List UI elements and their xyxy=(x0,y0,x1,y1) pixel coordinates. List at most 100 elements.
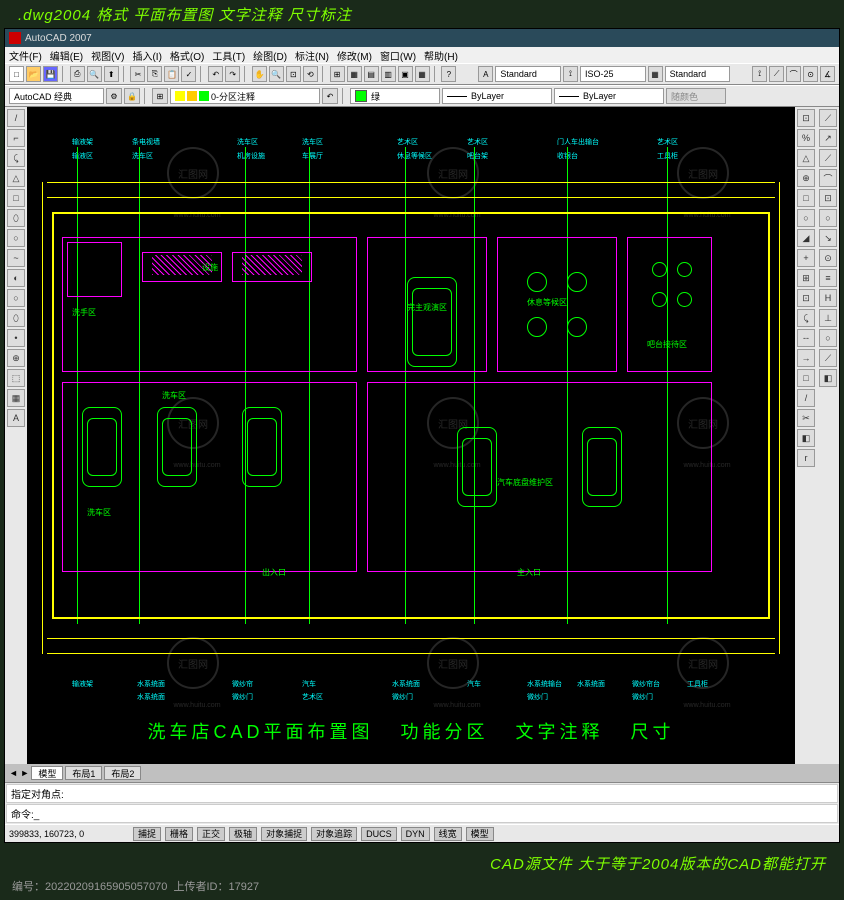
pan-button[interactable]: ✋ xyxy=(252,66,267,82)
construction-line-tool[interactable]: ⌐ xyxy=(7,129,25,147)
stretch-tool[interactable]: ⊞ xyxy=(797,269,815,287)
copy-button[interactable]: ⎘ xyxy=(147,66,162,82)
menu-tools[interactable]: 工具(T) xyxy=(212,48,245,63)
dyn-toggle[interactable]: DYN xyxy=(401,827,430,841)
zoom-button[interactable]: 🔍 xyxy=(269,66,284,82)
save-button[interactable]: 💾 xyxy=(43,66,58,82)
command-input[interactable]: 命令:_ xyxy=(6,804,838,823)
menu-window[interactable]: 窗口(W) xyxy=(380,48,416,63)
explode-tool[interactable]: ✂ xyxy=(797,409,815,427)
ellipse-arc-tool[interactable]: ○ xyxy=(7,289,25,307)
dim-tool-11[interactable]: ○ xyxy=(819,329,837,347)
make-block-tool[interactable]: ⊕ xyxy=(7,349,25,367)
polygon-tool[interactable]: △ xyxy=(7,169,25,187)
dim-tool-0[interactable]: ⟋ xyxy=(819,109,837,127)
dim-arc-button[interactable]: ⌒ xyxy=(786,66,801,82)
model-toggle[interactable]: 模型 xyxy=(466,827,494,841)
polar-toggle[interactable]: 极轴 xyxy=(229,827,257,841)
hatch-tool[interactable]: ⬚ xyxy=(7,369,25,387)
spline-tool[interactable]: ~ xyxy=(7,249,25,267)
join-tool[interactable]: → xyxy=(797,349,815,367)
arc-tool[interactable]: ⬯ xyxy=(7,209,25,227)
line-tool[interactable]: / xyxy=(7,109,25,127)
help-button[interactable]: ? xyxy=(441,66,456,82)
properties-button[interactable]: ⊞ xyxy=(330,66,345,82)
redo-button[interactable]: ↷ xyxy=(225,66,240,82)
zoom-window-button[interactable]: ⊡ xyxy=(286,66,301,82)
plotstyle-dropdown[interactable]: 随颜色 xyxy=(666,88,726,104)
menu-edit[interactable]: 编辑(E) xyxy=(50,48,83,63)
break-tool[interactable]: -- xyxy=(797,329,815,347)
cut-button[interactable]: ✂ xyxy=(130,66,145,82)
erase-tool[interactable]: ⊡ xyxy=(797,109,815,127)
chamfer-tool[interactable]: □ xyxy=(797,369,815,387)
circle-tool[interactable]: ○ xyxy=(7,229,25,247)
table-style-dropdown[interactable]: Standard xyxy=(665,66,731,82)
lineweight-dropdown[interactable]: ByLayer xyxy=(554,88,664,104)
dim-aligned-button[interactable]: ⟋ xyxy=(769,66,784,82)
dim-tool-5[interactable]: ○ xyxy=(819,209,837,227)
publish-button[interactable]: ⬆ xyxy=(104,66,119,82)
text-tool[interactable]: A xyxy=(7,409,25,427)
paste-button[interactable]: 📋 xyxy=(164,66,179,82)
layer-prev-button[interactable]: ↶ xyxy=(322,88,338,104)
table-style-icon[interactable]: ▦ xyxy=(648,66,663,82)
lock-ui-button[interactable]: 🔒 xyxy=(124,88,140,104)
gradient-tool[interactable]: ▦ xyxy=(7,389,25,407)
dim-tool-8[interactable]: ≡ xyxy=(819,269,837,287)
array-tool[interactable]: □ xyxy=(797,189,815,207)
trim-tool[interactable]: ⊡ xyxy=(797,289,815,307)
dim-tool-6[interactable]: ↘ xyxy=(819,229,837,247)
menu-file[interactable]: 文件(F) xyxy=(9,48,42,63)
text-style-icon[interactable]: A xyxy=(478,66,493,82)
layer-manager-button[interactable]: ⊞ xyxy=(152,88,168,104)
dim-style-icon[interactable]: ⟟ xyxy=(563,66,578,82)
tab-model[interactable]: 模型 xyxy=(31,766,63,780)
tool-a16[interactable]: ◧ xyxy=(797,429,815,447)
open-button[interactable]: 📂 xyxy=(26,66,41,82)
new-button[interactable]: □ xyxy=(9,66,24,82)
drawing-canvas[interactable]: 汇图网www.huitu.com 汇图网www.huitu.com 汇图网www… xyxy=(27,107,795,764)
polyline-tool[interactable]: ⤹ xyxy=(7,149,25,167)
text-style-dropdown[interactable]: Standard xyxy=(495,66,561,82)
fillet-tool[interactable]: / xyxy=(797,389,815,407)
insert-block-tool[interactable]: ⬯ xyxy=(7,309,25,327)
layer-dropdown[interactable]: 0-分区注释 xyxy=(170,88,320,104)
designcenter-button[interactable]: ▦ xyxy=(347,66,362,82)
ducs-toggle[interactable]: DUCS xyxy=(361,827,397,841)
tab-arrows[interactable]: ◄ ► xyxy=(9,768,29,778)
zoom-prev-button[interactable]: ⟲ xyxy=(303,66,318,82)
osnap-toggle[interactable]: 对象捕捉 xyxy=(261,827,307,841)
lwt-toggle[interactable]: 线宽 xyxy=(434,827,462,841)
tool-palette-button[interactable]: ▤ xyxy=(364,66,379,82)
dim-style-dropdown[interactable]: ISO-25 xyxy=(580,66,646,82)
copy-tool[interactable]: % xyxy=(797,129,815,147)
menu-dimension[interactable]: 标注(N) xyxy=(295,48,329,63)
print-button[interactable]: ⎙ xyxy=(70,66,85,82)
dim-angle-button[interactable]: ∡ xyxy=(820,66,835,82)
ellipse-tool[interactable]: ◐ xyxy=(7,269,25,287)
rotate-tool[interactable]: ◢ xyxy=(797,229,815,247)
dim-linear-button[interactable]: ⟟ xyxy=(752,66,767,82)
color-dropdown[interactable]: 绿 xyxy=(350,88,440,104)
workspace-dropdown[interactable]: AutoCAD 经典 xyxy=(9,88,104,104)
dim-tool-9[interactable]: H xyxy=(819,289,837,307)
dim-tool-12[interactable]: ⟋ xyxy=(819,349,837,367)
match-button[interactable]: ✓ xyxy=(181,66,196,82)
point-tool[interactable]: • xyxy=(7,329,25,347)
mirror-tool[interactable]: △ xyxy=(797,149,815,167)
tab-layout2[interactable]: 布局2 xyxy=(104,766,141,780)
undo-button[interactable]: ↶ xyxy=(208,66,223,82)
scale-tool[interactable]: + xyxy=(797,249,815,267)
sheet-button[interactable]: ▥ xyxy=(381,66,396,82)
dim-tool-4[interactable]: ⊡ xyxy=(819,189,837,207)
dim-tool-3[interactable]: ⌒ xyxy=(819,169,837,187)
dim-tool-13[interactable]: ◧ xyxy=(819,369,837,387)
dim-tool-1[interactable]: ↗ xyxy=(819,129,837,147)
calc-button[interactable]: ▦ xyxy=(415,66,430,82)
tab-layout1[interactable]: 布局1 xyxy=(65,766,102,780)
move-tool[interactable]: ○ xyxy=(797,209,815,227)
snap-toggle[interactable]: 捕捉 xyxy=(133,827,161,841)
linetype-dropdown[interactable]: ByLayer xyxy=(442,88,552,104)
dim-tool-10[interactable]: ⊥ xyxy=(819,309,837,327)
